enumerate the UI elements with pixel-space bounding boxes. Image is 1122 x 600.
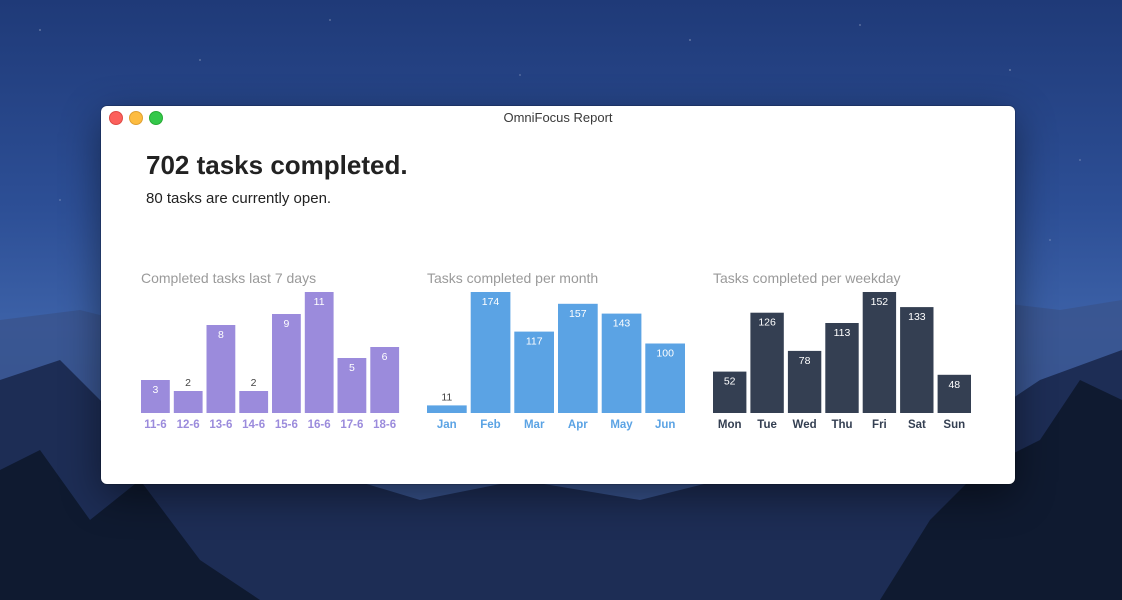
category-label: Mon: [718, 419, 742, 431]
bar-value-label: 174: [482, 296, 500, 308]
bar-value-label: 157: [569, 308, 587, 320]
bar-value-label: 100: [656, 348, 674, 360]
category-label: 11-6: [144, 419, 166, 431]
bar: [239, 391, 269, 413]
bar-chart-months: 11 Jan 174 Feb 117 Mar 157 Apr 143 May 100 Jun: [427, 292, 685, 431]
category-label: Jan: [437, 419, 457, 431]
category-label: 15-6: [275, 419, 298, 431]
bar: [470, 292, 511, 413]
category-label: 17-6: [340, 419, 363, 431]
category-label: Apr: [568, 419, 588, 431]
bar-value-label: 9: [283, 318, 289, 330]
chart-title: Completed tasks last 7 days: [141, 270, 317, 286]
bar-value-label: 3: [152, 384, 158, 396]
category-label: Sat: [908, 419, 926, 431]
window-title: OmniFocus Report: [503, 110, 613, 125]
chart-per-weekday: Tasks completed per weekday 52 Mon 126 Tue 7…: [713, 270, 971, 450]
bar-value-label: 48: [948, 379, 960, 391]
bar-chart-days: 3 11-6 2 12-6 8 13-6 2 14-6 9 15-6 11 16-6 5 17-6 6 18-…: [141, 292, 400, 431]
bar: [304, 292, 334, 413]
category-label: Tue: [757, 419, 777, 431]
category-label: 14-6: [242, 419, 265, 431]
category-label: May: [610, 419, 633, 431]
report-window: OmniFocus Report 702 tasks completed. 80…: [101, 106, 1015, 484]
bar: [862, 292, 897, 413]
bar-value-label: 8: [218, 329, 224, 341]
category-label: Mar: [524, 419, 545, 431]
open-tasks-summary: 80 tasks are currently open.: [146, 190, 332, 207]
category-label: Wed: [793, 419, 817, 431]
chart-title: Tasks completed per weekday: [713, 270, 901, 286]
bar-chart-weekdays: 52 Mon 126 Tue 78 Wed 113 Thu 152 Fri 133 Sat 48 Sun: [713, 292, 971, 431]
chart-title: Tasks completed per month: [427, 270, 599, 286]
bar-value-label: 133: [908, 311, 926, 323]
bar: [427, 405, 467, 413]
bar-value-label: 11: [314, 296, 325, 308]
bar-value-label: 52: [724, 376, 736, 388]
category-label: Jun: [655, 419, 675, 431]
bar: [173, 391, 203, 413]
category-label: Fri: [872, 419, 887, 431]
chart-last-7-days: Completed tasks last 7 days 3 11-6 2 12-6 8 1…: [141, 270, 400, 450]
category-label: 13-6: [209, 419, 232, 431]
bar-value-label: 143: [613, 318, 631, 330]
category-label: 18-6: [373, 419, 396, 431]
bar-value-label: 126: [758, 317, 776, 329]
bar-value-label: 11: [441, 391, 452, 403]
chart-per-month: Tasks completed per month 11 Jan 174 Feb 117…: [427, 270, 685, 450]
category-label: Sun: [943, 419, 965, 431]
bar-value-label: 2: [251, 377, 257, 389]
bar-value-label: 5: [349, 362, 355, 374]
bar-value-label: 78: [799, 355, 811, 367]
completed-tasks-headline: 702 tasks completed.: [146, 150, 408, 180]
bar-value-label: 6: [382, 351, 388, 363]
bar-value-label: 152: [871, 296, 889, 308]
category-label: Thu: [831, 419, 852, 431]
category-label: 12-6: [177, 419, 200, 431]
bar-value-label: 117: [526, 336, 543, 348]
category-label: 16-6: [308, 419, 331, 431]
bar: [558, 303, 598, 413]
bar-value-label: 2: [185, 377, 191, 389]
category-label: Feb: [480, 419, 500, 431]
bar-value-label: 113: [834, 327, 851, 339]
window-titlebar[interactable]: OmniFocus Report: [101, 106, 1015, 129]
